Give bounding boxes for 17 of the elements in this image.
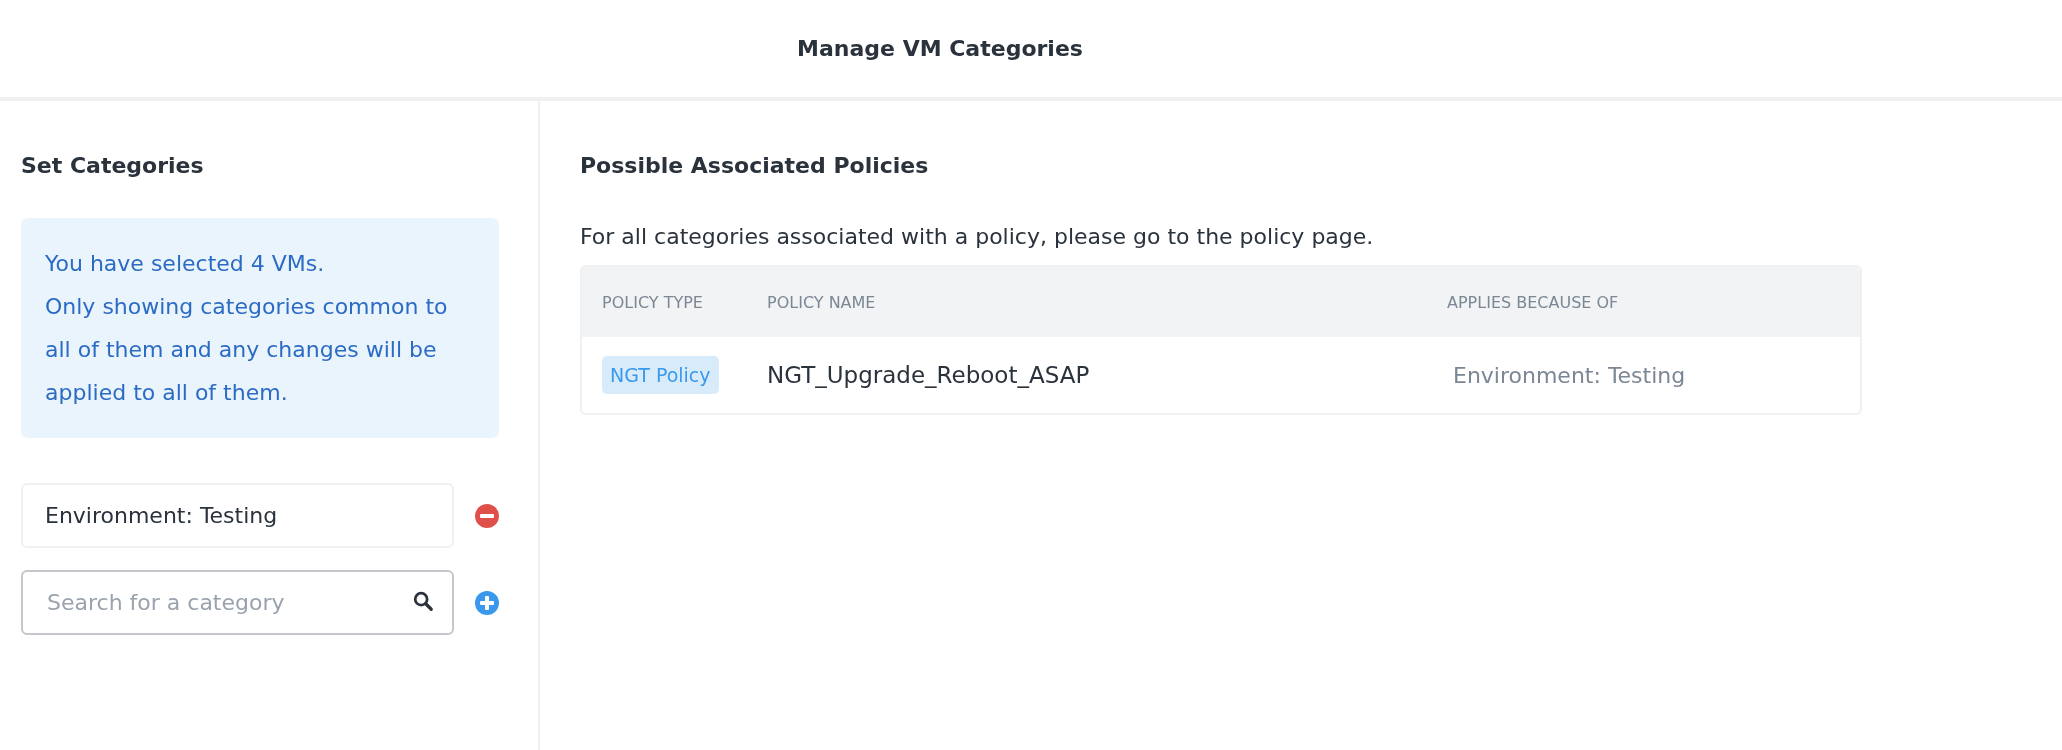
add-icon[interactable] <box>475 590 499 615</box>
category-field[interactable]: Environment: Testing <box>21 483 454 548</box>
column-header: POLICY TYPE <box>601 292 704 312</box>
section-heading: Set Categories <box>21 153 205 178</box>
search-field[interactable]: Search for a category <box>21 570 454 635</box>
description-text: For all categories associated with a policy, please go to the policy page. <box>580 224 1375 249</box>
info-text: Only showing categories common to all of them and any changes will be applied to all of them. <box>45 293 449 407</box>
section-heading: Possible Associated Policies <box>580 153 930 178</box>
column-header: POLICY NAME <box>767 292 877 312</box>
remove-icon[interactable] <box>475 503 499 528</box>
policy-name[interactable]: NGT_Upgrade_Reboot_ASAP <box>767 362 1447 388</box>
search-icon <box>412 590 434 612</box>
dialog-title: Manage VM Categories <box>797 36 1083 61</box>
column-header: APPLIES BECAUSE OF <box>1447 292 1620 312</box>
info-text: You have selected 4 VMs. <box>45 250 326 278</box>
category-text: Environment: Testing <box>1452 362 1687 388</box>
policy-type-badge: NGT Policy <box>602 356 719 394</box>
